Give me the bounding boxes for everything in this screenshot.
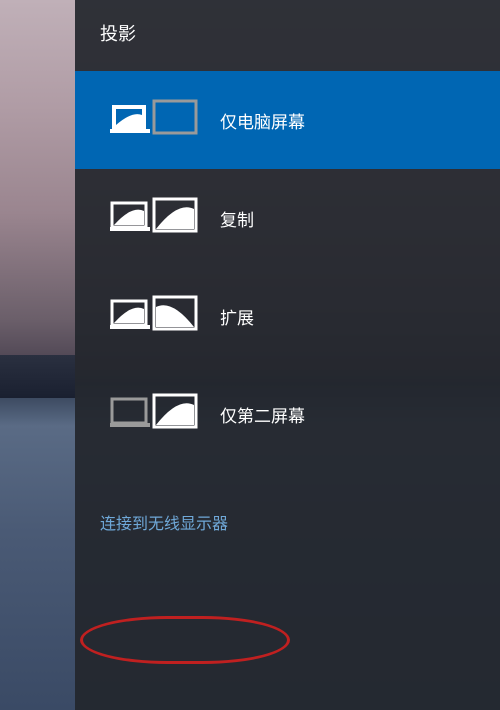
option-label: 仅电脑屏幕 [220, 108, 305, 133]
option-label: 扩展 [220, 304, 254, 329]
option-label: 仅第二屏幕 [220, 402, 305, 427]
option-pc-screen-only[interactable]: 仅电脑屏幕 [75, 71, 500, 169]
extend-icon [110, 295, 198, 337]
pc-screen-only-icon [110, 99, 198, 141]
connect-wireless-display-link[interactable]: 连接到无线显示器 [75, 498, 253, 546]
option-second-screen-only[interactable]: 仅第二屏幕 [75, 365, 500, 463]
duplicate-icon [110, 197, 198, 239]
option-extend[interactable]: 扩展 [75, 267, 500, 365]
project-panel: 投影 仅电脑屏幕 [75, 0, 500, 710]
panel-title: 投影 [75, 0, 500, 61]
project-options-list: 仅电脑屏幕 复制 [75, 71, 500, 463]
option-duplicate[interactable]: 复制 [75, 169, 500, 267]
second-screen-only-icon [110, 393, 198, 435]
option-label: 复制 [220, 206, 254, 231]
